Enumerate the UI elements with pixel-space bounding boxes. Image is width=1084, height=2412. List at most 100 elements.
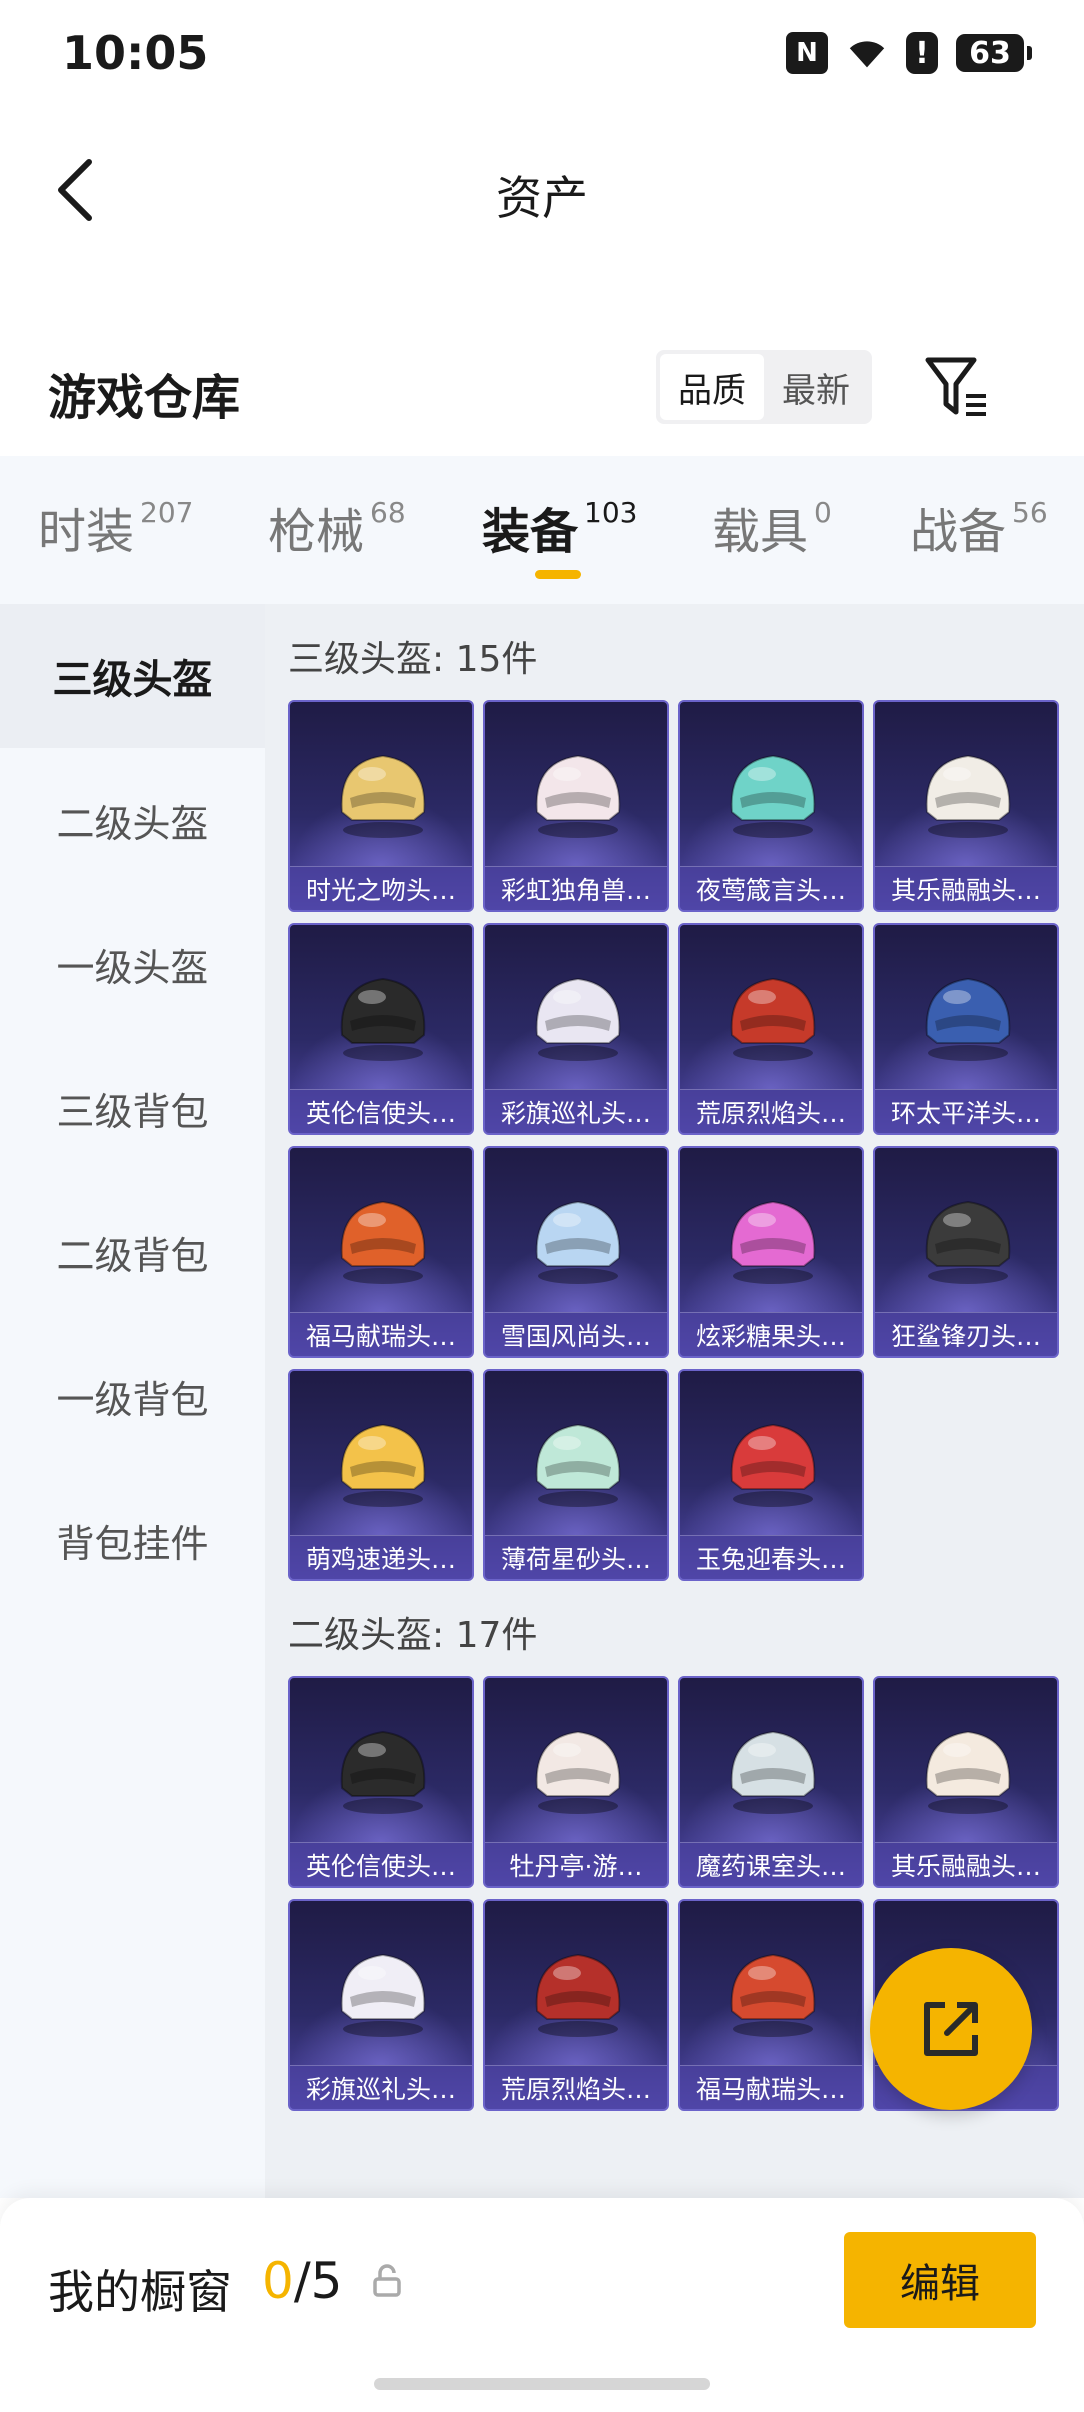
tab-equipment[interactable]: 装备 103 bbox=[482, 492, 637, 562]
tab-label: 载具 bbox=[712, 504, 809, 560]
helmet-icon bbox=[535, 1423, 621, 1507]
tab-count: 207 bbox=[140, 496, 194, 529]
item-card[interactable]: 玉兔迎春头… bbox=[678, 1369, 864, 1581]
helmet-icon bbox=[925, 1730, 1011, 1814]
item-card[interactable]: 福马献瑞头… bbox=[678, 1899, 864, 2111]
sidebar-item-level1-helmet[interactable]: 一级头盔 bbox=[0, 892, 265, 1036]
helmet-icon bbox=[535, 1730, 621, 1814]
home-indicator[interactable] bbox=[374, 2378, 710, 2390]
helmet-icon bbox=[340, 1423, 426, 1507]
share-button[interactable] bbox=[870, 1948, 1032, 2110]
sidebar-item-level3-backpack[interactable]: 三级背包 bbox=[0, 1036, 265, 1180]
item-name: 魔药课室头… bbox=[680, 1842, 862, 1886]
item-name: 彩虹独角兽… bbox=[485, 866, 667, 910]
item-name: 英伦信使头… bbox=[290, 1089, 472, 1133]
group-header-level3: 三级头盔: 15件 bbox=[288, 639, 538, 680]
sidebar-item-level3-helmet[interactable]: 三级头盔 bbox=[0, 604, 265, 748]
helmet-icon bbox=[925, 754, 1011, 838]
tab-vehicles[interactable]: 载具 0 bbox=[712, 492, 832, 562]
item-name: 福马献瑞头… bbox=[290, 1312, 472, 1356]
tab-label: 装备 bbox=[482, 504, 579, 560]
status-icons: N ! 63 bbox=[786, 32, 1032, 74]
showcase-total: /5 bbox=[293, 2252, 343, 2310]
helmet-icon bbox=[925, 1200, 1011, 1284]
item-card[interactable]: 福马献瑞头… bbox=[288, 1146, 474, 1358]
helmet-icon bbox=[535, 1953, 621, 2037]
item-card[interactable]: 魔药课室头… bbox=[678, 1676, 864, 1888]
item-card[interactable]: 狂鲨锋刃头… bbox=[873, 1146, 1059, 1358]
item-name: 炫彩糖果头… bbox=[680, 1312, 862, 1356]
category-tabs: 时装 207 枪械 68 装备 103 载具 0 战备 56 bbox=[0, 456, 1084, 604]
sort-newest-button[interactable]: 最新 bbox=[764, 354, 868, 420]
item-card[interactable]: 夜莺箴言头… bbox=[678, 700, 864, 912]
item-name: 其乐融融头… bbox=[875, 1842, 1057, 1886]
item-card[interactable]: 薄荷星砂头… bbox=[483, 1369, 669, 1581]
group-header-level2: 二级头盔: 17件 bbox=[288, 1615, 538, 1656]
item-card[interactable]: 环太平洋头… bbox=[873, 923, 1059, 1135]
item-card[interactable]: 牡丹亭·游… bbox=[483, 1676, 669, 1888]
helmet-icon bbox=[340, 977, 426, 1061]
status-time: 10:05 bbox=[62, 26, 209, 80]
item-card[interactable]: 其乐融融头… bbox=[873, 700, 1059, 912]
sidebar-item-backpack-charm[interactable]: 背包挂件 bbox=[0, 1468, 265, 1612]
nfc-icon: N bbox=[786, 32, 828, 74]
helmet-icon bbox=[730, 1423, 816, 1507]
item-card[interactable]: 萌鸡速递头… bbox=[288, 1369, 474, 1581]
item-card[interactable]: 彩旗巡礼头… bbox=[288, 1899, 474, 2111]
item-card[interactable]: 雪国风尚头… bbox=[483, 1146, 669, 1358]
tab-label: 枪械 bbox=[268, 504, 365, 560]
item-name: 狂鲨锋刃头… bbox=[875, 1312, 1057, 1356]
filter-button[interactable] bbox=[922, 352, 992, 424]
wifi-icon bbox=[846, 32, 888, 74]
battery-icon: 63 bbox=[956, 34, 1032, 72]
showcase-label: 我的橱窗 bbox=[48, 2265, 232, 2319]
active-tab-indicator bbox=[535, 570, 581, 579]
item-name: 彩旗巡礼头… bbox=[290, 2065, 472, 2109]
item-name: 萌鸡速递头… bbox=[290, 1535, 472, 1579]
helmet-icon bbox=[535, 977, 621, 1061]
item-name: 牡丹亭·游… bbox=[485, 1842, 667, 1886]
sidebar-item-level2-helmet[interactable]: 二级头盔 bbox=[0, 748, 265, 892]
helmet-icon bbox=[730, 754, 816, 838]
helmet-icon bbox=[340, 1730, 426, 1814]
item-card[interactable]: 荒原烈焰头… bbox=[483, 1899, 669, 2111]
helmet-icon bbox=[925, 977, 1011, 1061]
sidebar-item-level2-backpack[interactable]: 二级背包 bbox=[0, 1180, 265, 1324]
share-icon bbox=[924, 2002, 978, 2056]
sort-toggle: 品质 最新 bbox=[656, 350, 872, 424]
tab-supplies[interactable]: 战备 56 bbox=[910, 492, 1048, 562]
item-name: 时光之吻头… bbox=[290, 866, 472, 910]
item-card[interactable]: 其乐融融头… bbox=[873, 1676, 1059, 1888]
item-name: 彩旗巡礼头… bbox=[485, 1089, 667, 1133]
item-card[interactable]: 英伦信使头… bbox=[288, 923, 474, 1135]
item-card[interactable]: 英伦信使头… bbox=[288, 1676, 474, 1888]
alert-icon: ! bbox=[906, 32, 938, 74]
tab-count: 56 bbox=[1012, 496, 1048, 529]
tab-count: 0 bbox=[814, 496, 832, 529]
showcase-bar: 我的橱窗 0/5 编辑 bbox=[0, 2198, 1084, 2412]
helmet-icon bbox=[340, 1953, 426, 2037]
lock-icon bbox=[373, 2264, 401, 2297]
item-name: 英伦信使头… bbox=[290, 1842, 472, 1886]
helmet-icon bbox=[340, 754, 426, 838]
tab-fashion[interactable]: 时装 207 bbox=[38, 492, 193, 562]
showcase-count: 0/5 bbox=[262, 2252, 342, 2310]
item-card[interactable]: 炫彩糖果头… bbox=[678, 1146, 864, 1358]
item-card[interactable]: 时光之吻头… bbox=[288, 700, 474, 912]
item-card[interactable]: 荒原烈焰头… bbox=[678, 923, 864, 1135]
item-card[interactable]: 彩旗巡礼头… bbox=[483, 923, 669, 1135]
helmet-icon bbox=[340, 1200, 426, 1284]
tab-guns[interactable]: 枪械 68 bbox=[268, 492, 406, 562]
tab-label: 时装 bbox=[38, 504, 135, 560]
filter-icon bbox=[925, 357, 986, 416]
item-name: 荒原烈焰头… bbox=[680, 1089, 862, 1133]
tab-count: 103 bbox=[584, 496, 638, 529]
item-card[interactable]: 彩虹独角兽… bbox=[483, 700, 669, 912]
sort-quality-button[interactable]: 品质 bbox=[660, 354, 764, 420]
page-title: 资产 bbox=[496, 171, 588, 225]
item-name: 荒原烈焰头… bbox=[485, 2065, 667, 2109]
sidebar-item-level1-backpack[interactable]: 一级背包 bbox=[0, 1324, 265, 1468]
edit-button[interactable]: 编辑 bbox=[844, 2232, 1036, 2328]
tab-label: 战备 bbox=[910, 504, 1007, 560]
helmet-icon bbox=[730, 977, 816, 1061]
